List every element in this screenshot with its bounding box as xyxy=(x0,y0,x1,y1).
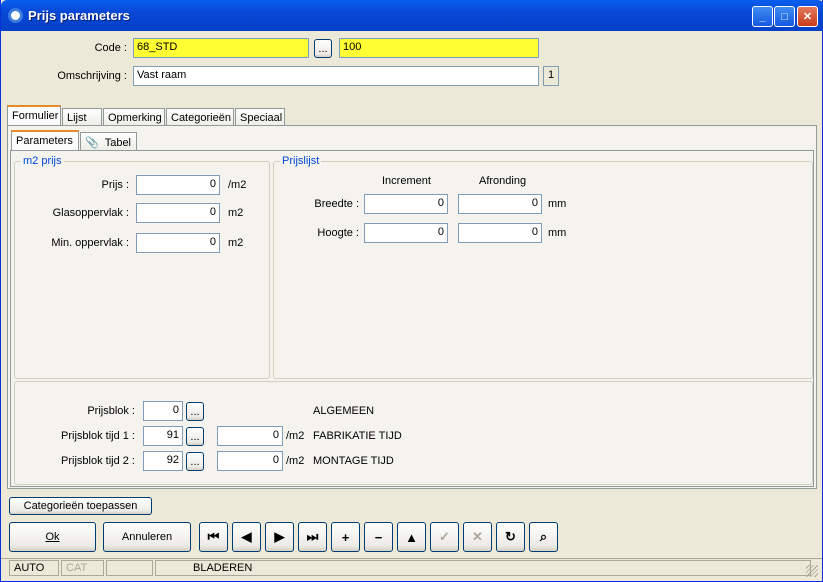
confirm-icon[interactable]: ✓ xyxy=(430,522,459,552)
discard-icon[interactable]: ✕ xyxy=(463,522,492,552)
subtab-tabel-label: Tabel xyxy=(104,137,131,149)
status-cat: CAT xyxy=(61,560,104,576)
tab-formulier[interactable]: Formulier xyxy=(7,105,61,126)
code-label: Code : xyxy=(94,42,127,54)
price-block-time2-unit: /m2 xyxy=(286,455,305,467)
status-empty xyxy=(106,560,153,576)
min-area-label: Min. oppervlak : xyxy=(51,237,129,249)
increment-header: Increment xyxy=(382,175,431,187)
height-unit: mm xyxy=(548,227,567,239)
rounding-header: Afronding xyxy=(479,175,527,187)
price-list-legend: Prijslijst xyxy=(280,155,322,167)
description-field[interactable]: Vast raam xyxy=(133,66,539,86)
paperclip-icon: 📎 xyxy=(85,137,99,149)
minimize-button[interactable]: _ xyxy=(752,6,773,27)
formulier-panel: Parameters 📎 Tabel m2 prijs Prijs : 0 /m2… xyxy=(7,125,817,489)
price-block-time1-field[interactable]: 91 xyxy=(143,426,183,446)
width-unit: mm xyxy=(548,198,567,210)
tab-speciaal[interactable]: Speciaal xyxy=(235,108,285,126)
price-block-time2-label: Prijsblok tijd 2 : xyxy=(61,455,135,467)
price-block-label: Prijsblok : xyxy=(87,405,135,417)
width-increment-field[interactable]: 0 xyxy=(364,194,448,214)
window: Prijs parameters _ □ ✕ Code : 68_STD ...… xyxy=(0,0,823,582)
price-block-time2-extra[interactable]: 0 xyxy=(217,451,283,471)
cancel-button[interactable]: Annuleren xyxy=(103,522,191,552)
price-list-group: Prijslijst xyxy=(273,155,813,379)
close-button[interactable]: ✕ xyxy=(797,6,818,27)
height-label: Hoogte : xyxy=(317,227,359,239)
min-area-field[interactable]: 0 xyxy=(136,233,220,253)
price-block-time2-field[interactable]: 92 xyxy=(143,451,183,471)
price-unit: /m2 xyxy=(228,179,247,191)
status-state: BLADEREN xyxy=(155,560,811,576)
price-block-time1-desc: FABRIKATIE TIJD xyxy=(313,430,402,442)
height-increment-field[interactable]: 0 xyxy=(364,223,448,243)
price-label: Prijs : xyxy=(101,179,130,191)
status-auto: AUTO xyxy=(9,560,59,576)
price-block-desc: ALGEMEEN xyxy=(313,405,375,417)
height-rounding-field[interactable]: 0 xyxy=(458,223,542,243)
resize-grip-icon[interactable] xyxy=(806,565,818,577)
previous-record-icon[interactable]: ◀ xyxy=(232,522,261,552)
glass-area-field[interactable]: 0 xyxy=(136,203,220,223)
description-label: Omschrijving : xyxy=(57,70,127,82)
price-block-time1-lookup-button[interactable]: ... xyxy=(186,427,204,446)
app-icon xyxy=(8,8,23,23)
tab-categorieen[interactable]: Categorieën xyxy=(166,108,234,126)
first-record-icon[interactable]: ⏮ xyxy=(199,522,228,552)
next-record-icon[interactable]: ▶ xyxy=(265,522,294,552)
subtab-parameters[interactable]: Parameters xyxy=(11,130,79,151)
code-lookup-button[interactable]: ... xyxy=(314,39,332,58)
price-block-time1-extra[interactable]: 0 xyxy=(217,426,283,446)
ok-button[interactable]: Ok xyxy=(9,522,96,552)
price-block-time1-unit: /m2 xyxy=(286,430,305,442)
price-block-time1-label: Prijsblok tijd 1 : xyxy=(61,430,135,442)
glass-area-label: Glasoppervlak : xyxy=(52,207,129,219)
tab-lijst[interactable]: Lijst xyxy=(62,108,102,126)
tab-opmerking[interactable]: Opmerking xyxy=(103,108,165,126)
price-block-time2-lookup-button[interactable]: ... xyxy=(186,452,204,471)
status-divider xyxy=(1,558,822,559)
glass-area-unit: m2 xyxy=(228,207,244,219)
delete-record-icon[interactable]: − xyxy=(364,522,393,552)
add-record-icon[interactable]: + xyxy=(331,522,360,552)
parameters-panel: m2 prijs Prijs : 0 /m2 Glasoppervlak : 0… xyxy=(10,150,814,487)
upload-icon[interactable]: ▲ xyxy=(397,522,426,552)
code-value-field[interactable]: 100 xyxy=(339,38,539,58)
price-block-field[interactable]: 0 xyxy=(143,401,183,421)
window-title: Prijs parameters xyxy=(28,8,130,23)
refresh-icon[interactable]: ↻ xyxy=(496,522,525,552)
find-icon[interactable]: ⌕ xyxy=(529,522,558,552)
title-bar[interactable]: Prijs parameters _ □ ✕ xyxy=(1,0,823,31)
width-rounding-field[interactable]: 0 xyxy=(458,194,542,214)
code-field[interactable]: 68_STD xyxy=(133,38,309,58)
subtab-tabel[interactable]: 📎 Tabel xyxy=(80,132,137,150)
width-label: Breedte : xyxy=(314,198,359,210)
price-field[interactable]: 0 xyxy=(136,175,220,195)
maximize-button[interactable]: □ xyxy=(774,6,795,27)
price-block-lookup-button[interactable]: ... xyxy=(186,402,204,421)
apply-categories-button[interactable]: Categorieën toepassen xyxy=(9,497,152,515)
min-area-unit: m2 xyxy=(228,237,244,249)
description-count: 1 xyxy=(543,66,559,86)
m2-price-legend: m2 prijs xyxy=(21,155,64,167)
price-block-time2-desc: MONTAGE TIJD xyxy=(313,455,394,467)
last-record-icon[interactable]: ⏭ xyxy=(298,522,327,552)
